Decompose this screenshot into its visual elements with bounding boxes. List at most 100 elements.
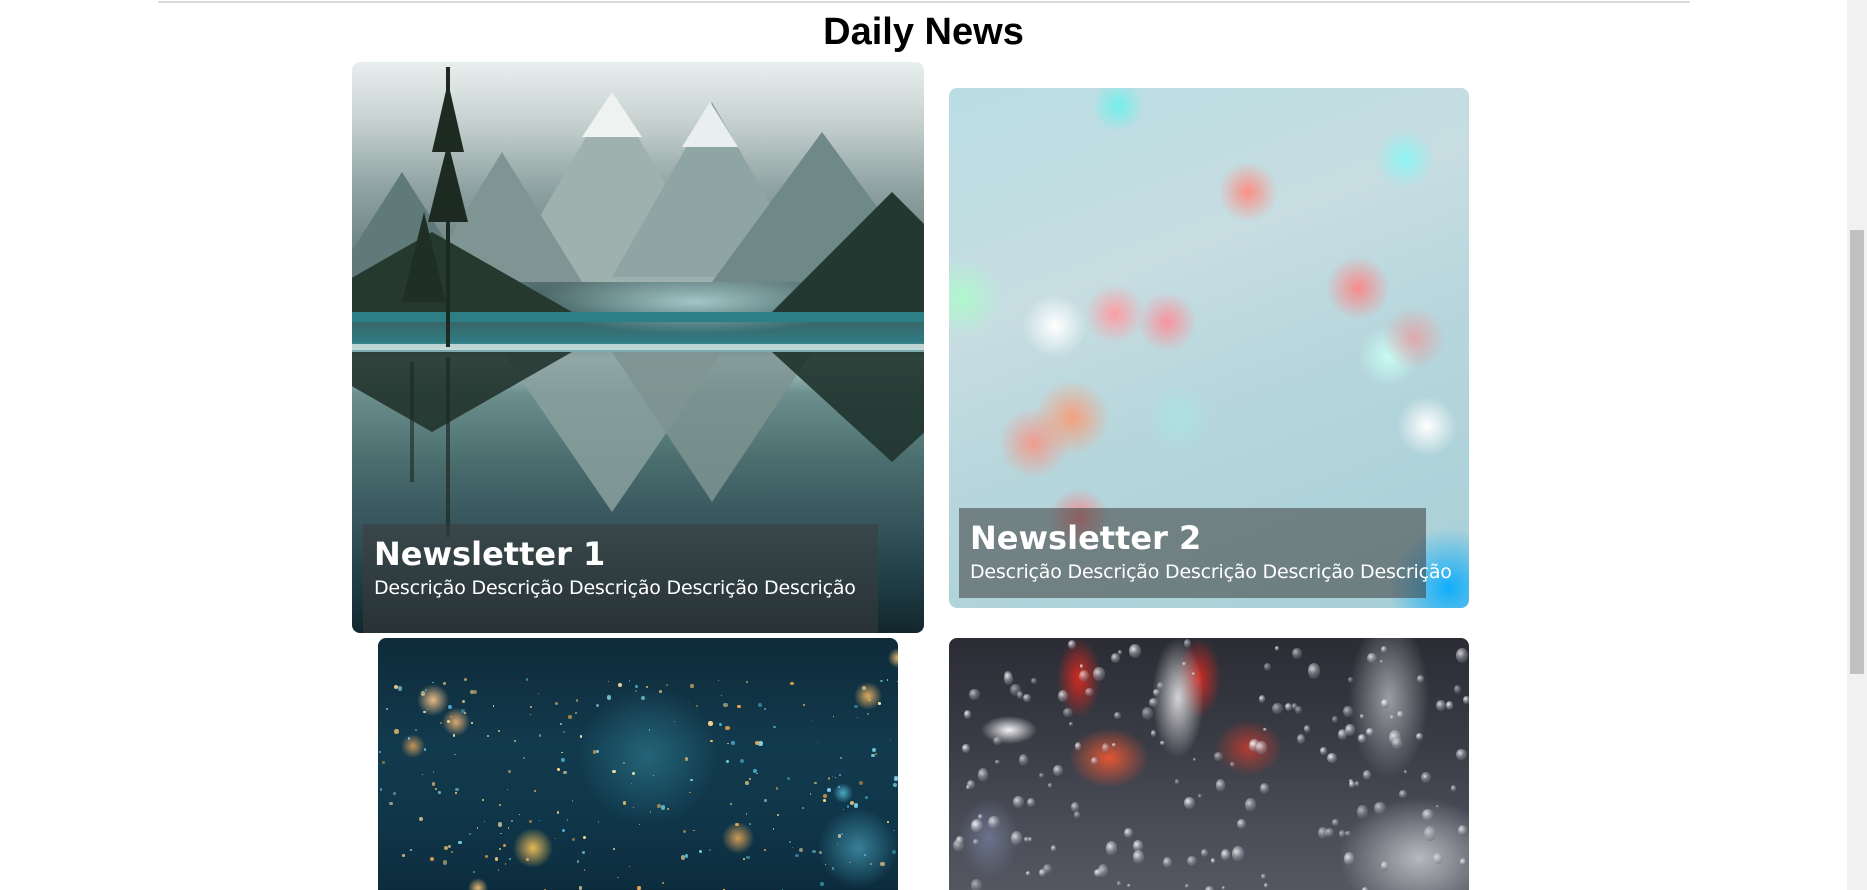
glitter-sparkle — [634, 689, 637, 692]
glitter-sparkle — [839, 757, 842, 760]
glitter-sparkle — [579, 735, 582, 738]
rain-drop — [1435, 699, 1446, 711]
rain-drop — [1445, 700, 1454, 710]
rain-drop — [1264, 662, 1271, 672]
glitter-sparkle — [853, 803, 859, 808]
glitter-sparkle — [809, 793, 812, 795]
rain-drop — [1450, 785, 1456, 793]
glitter-sparkle — [742, 858, 745, 860]
glitter-sparkle — [497, 822, 502, 827]
glitter-sparkle — [378, 750, 382, 753]
glitter-sparkle — [837, 834, 842, 838]
rain-drop — [1397, 710, 1404, 719]
rain-drop — [1102, 742, 1110, 753]
rain-drop — [1063, 707, 1073, 718]
glitter-sparkle — [597, 821, 600, 824]
rain-drop — [969, 689, 980, 700]
glitter-sparkle — [788, 840, 791, 843]
rain-drop — [1149, 698, 1158, 707]
rain-drop — [1013, 796, 1024, 809]
rain-drop — [1157, 682, 1165, 690]
glitter-sparkle — [562, 829, 566, 833]
rain-drop — [1105, 841, 1117, 857]
glitter-sparkle — [889, 738, 891, 741]
rain-drop — [1182, 661, 1187, 667]
rain-drop — [956, 836, 964, 844]
card-caption: Newsletter 1 Descrição Descrição Descriç… — [363, 524, 878, 633]
rain-drop — [977, 768, 988, 782]
glitter-sparkle — [432, 771, 435, 773]
glitter-sparkle — [497, 729, 501, 733]
glitter-sparkle — [745, 780, 749, 785]
glitter-sparkle — [811, 719, 814, 722]
glitter-sparkle — [393, 792, 396, 795]
glitter-sparkle — [415, 729, 417, 731]
scrollbar-thumb[interactable] — [1850, 230, 1864, 674]
glitter-sparkle — [530, 706, 532, 708]
glitter-sparkle — [831, 775, 833, 777]
rain-drop — [1292, 703, 1298, 710]
glitter-sparkle — [388, 801, 393, 806]
news-card-2[interactable]: Newsletter 2 Descrição Descrição Descriç… — [949, 88, 1469, 608]
glitter-sparkle — [574, 712, 577, 715]
glitter-sparkle — [822, 799, 826, 803]
glitter-sparkle — [746, 813, 748, 815]
glitter-sparkle — [504, 863, 507, 865]
rain-drop — [1374, 802, 1386, 814]
glitter-sparkle — [525, 857, 530, 861]
rain-drop — [1052, 764, 1063, 777]
rain-drop — [1297, 733, 1306, 745]
glitter-sparkle — [443, 860, 448, 865]
glitter-sparkle — [709, 849, 711, 851]
rain-drop — [1127, 883, 1131, 888]
glitter-sparkle — [539, 819, 541, 821]
glitter-sparkle — [632, 772, 635, 775]
rain-drop — [1193, 757, 1197, 762]
glitter-sparkle — [880, 861, 885, 866]
glitter-sparkle — [756, 772, 758, 775]
glitter-sparkle — [469, 833, 472, 836]
glitter-sparkle — [786, 776, 791, 781]
glitter-sparkle — [690, 684, 694, 688]
glitter-sparkle — [684, 757, 689, 761]
glitter-sparkle — [439, 721, 442, 724]
glitter-sparkle — [476, 827, 479, 830]
rain-drop — [1271, 702, 1283, 714]
glitter-sparkle — [835, 776, 837, 779]
news-card-1[interactable]: Newsletter 1 Descrição Descrição Descriç… — [352, 62, 924, 633]
news-card-3[interactable] — [378, 638, 898, 890]
glitter-sparkle — [842, 808, 845, 811]
glitter-sparkle — [791, 847, 793, 849]
glitter-sparkle — [511, 820, 513, 822]
rain-drop — [1025, 870, 1030, 876]
rain-drop — [1069, 721, 1074, 726]
glitter-sparkle — [454, 753, 456, 756]
rain-drop — [1304, 725, 1311, 734]
rain-drop — [1183, 796, 1196, 809]
rain-drop — [1079, 670, 1090, 683]
glitter-sparkle — [623, 801, 627, 805]
rain-drop — [1067, 639, 1077, 650]
glitter-sparkle — [737, 704, 741, 709]
glitter-sparkle — [641, 696, 646, 701]
glitter-sparkle — [631, 783, 633, 785]
glitter-sparkle — [846, 805, 850, 809]
glitter-sparkle — [473, 871, 476, 874]
glitter-sparkle — [886, 821, 889, 824]
rain-drop — [1031, 677, 1038, 685]
glitter-sparkle — [423, 710, 426, 713]
rain-drop — [1456, 748, 1467, 761]
rain-drop — [1432, 852, 1443, 864]
rain-drop — [1205, 885, 1214, 890]
rain-drop — [970, 819, 983, 833]
rain-drop — [1348, 677, 1354, 684]
rain-drop — [1048, 783, 1053, 789]
glitter-sparkle — [455, 792, 457, 795]
vertical-scrollbar[interactable] — [1847, 0, 1867, 890]
rain-drop — [1191, 671, 1195, 676]
glitter-sparkle — [874, 752, 878, 756]
rain-drop — [1197, 793, 1202, 798]
rain-drop — [962, 744, 970, 753]
glitter-sparkle — [893, 776, 898, 781]
news-card-4[interactable] — [949, 638, 1469, 890]
